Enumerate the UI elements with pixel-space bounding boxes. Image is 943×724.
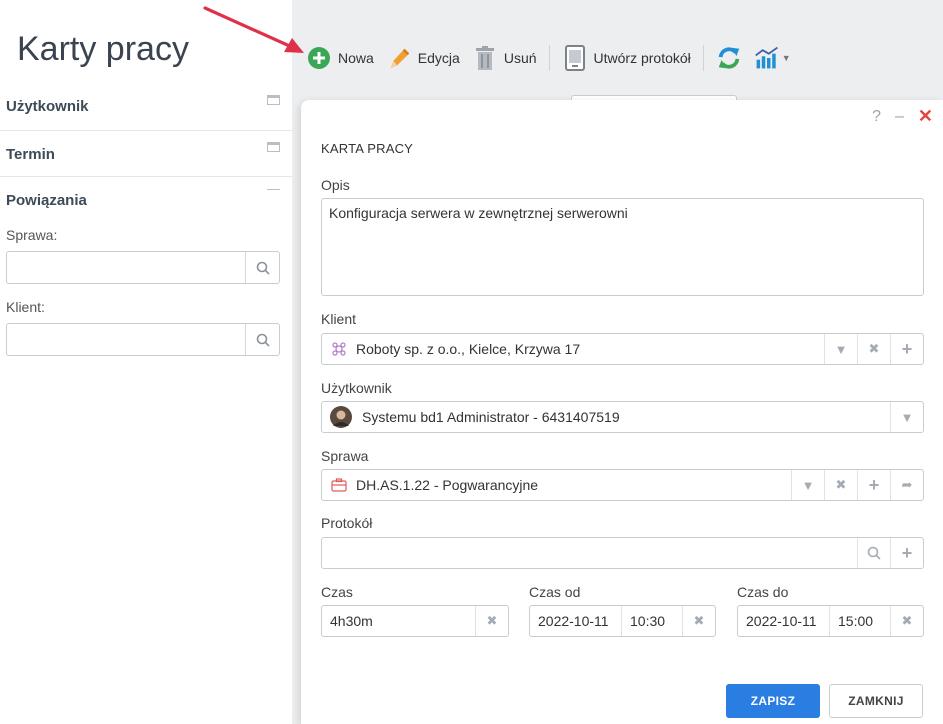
chevron-down-icon[interactable]: ▼ [890, 402, 923, 432]
section-label: Użytkownik [6, 98, 89, 115]
sprawa-label: Sprawa [321, 448, 369, 464]
uzytkownik-combo[interactable]: Systemu bd1 Administrator - 6431407519 ▼ [321, 401, 924, 433]
klient-combo[interactable]: Roboty sp. z o.o., Kielce, Krzywa 17 ▼ ✖… [321, 333, 924, 365]
plus-icon[interactable]: + [890, 538, 923, 568]
pencil-icon [386, 44, 412, 72]
plus-icon[interactable]: + [890, 334, 923, 364]
search-icon[interactable] [245, 252, 279, 283]
uzytkownik-label: Użytkownik [321, 380, 392, 396]
czas-od-field[interactable]: 2022-10-11 10:30 ✖ [529, 605, 716, 637]
dialog-title: KARTA PRACY [321, 141, 414, 156]
sprawa-value[interactable]: DH.AS.1.22 - Pogwarancyjne [322, 470, 791, 500]
new-button-label: Nowa [338, 50, 374, 66]
protokol-label: Protokół [321, 515, 373, 531]
klient-value[interactable]: Roboty sp. z o.o., Kielce, Krzywa 17 [322, 334, 824, 364]
opis-label: Opis [321, 177, 350, 193]
new-button[interactable]: Nowa [300, 40, 380, 76]
edit-button[interactable]: Edycja [380, 40, 466, 76]
sprawa-combo[interactable]: DH.AS.1.22 - Pogwarancyjne ▼ ✖ + ➦ [321, 469, 924, 501]
sprawa-text: DH.AS.1.22 - Pogwarancyjne [356, 477, 539, 493]
page-title: Karty pracy [17, 30, 189, 68]
resize-handle-icon[interactable]: ⋮⋮ [296, 407, 308, 425]
protokol-value[interactable] [322, 538, 857, 568]
minimize-icon[interactable]: – [895, 108, 904, 126]
expand-icon[interactable] [267, 95, 280, 105]
search-icon[interactable] [245, 324, 279, 355]
sidebar-section-uzytkownik[interactable]: Użytkownik [0, 84, 292, 131]
create-protocol-button[interactable]: Utwórz protokół [556, 40, 697, 76]
briefcase-icon [330, 476, 348, 494]
czas-do-date-input[interactable]: 2022-10-11 [738, 606, 830, 636]
czas-od-date-input[interactable]: 2022-10-11 [530, 606, 622, 636]
clear-icon[interactable]: ✖ [475, 606, 508, 636]
czas-field[interactable]: 4h30m ✖ [321, 605, 509, 637]
toolbar-divider [548, 45, 550, 71]
collapse-icon[interactable] [267, 189, 280, 190]
chart-icon [754, 44, 780, 72]
czas-do-field[interactable]: 2022-10-11 15:00 ✖ [737, 605, 924, 637]
dialog-controls: ? – ✕ [872, 106, 933, 127]
czas-do-time-input[interactable]: 15:00 [830, 606, 890, 636]
plus-icon[interactable]: + [857, 470, 890, 500]
klient-filter-label: Klient: [6, 299, 45, 315]
klient-filter-input[interactable] [6, 323, 280, 356]
trash-icon [472, 44, 498, 72]
czas-od-label: Czas od [529, 584, 581, 600]
section-label: Powiązania [6, 192, 87, 209]
section-label: Termin [6, 146, 55, 163]
save-button[interactable]: ZAPISZ [726, 684, 820, 718]
clear-icon[interactable]: ✖ [890, 606, 923, 636]
opis-textarea[interactable]: Konfiguracja serwera w zewnętrznej serwe… [321, 198, 924, 296]
uzytkownik-value[interactable]: Systemu bd1 Administrator - 6431407519 [322, 402, 890, 432]
czas-label: Czas [321, 584, 353, 600]
sidebar-section-termin[interactable]: Termin [0, 131, 292, 177]
uzytkownik-text: Systemu bd1 Administrator - 6431407519 [362, 409, 620, 425]
klient-label: Klient [321, 311, 357, 327]
arrow-right-icon[interactable]: ➦ [890, 470, 923, 500]
czas-input[interactable]: 4h30m [322, 606, 373, 636]
document-icon [562, 44, 588, 72]
chevron-down-icon: ▼ [781, 53, 791, 63]
annotation-arrow-icon [203, 6, 304, 53]
refresh-button[interactable] [710, 40, 748, 76]
czas-do-label: Czas do [737, 584, 789, 600]
sprawa-filter-label: Sprawa: [6, 227, 58, 243]
close-icon[interactable]: ✕ [918, 106, 933, 127]
search-icon[interactable] [857, 538, 890, 568]
czas-od-time-input[interactable]: 10:30 [622, 606, 682, 636]
left-panel: Karty pracy Użytkownik Termin Powiązania… [0, 0, 292, 724]
close-button[interactable]: ZAMKNIJ [829, 684, 923, 718]
protokol-combo[interactable]: + [321, 537, 924, 569]
clear-icon[interactable]: ✖ [857, 334, 890, 364]
sprawa-filter-input[interactable] [6, 251, 280, 284]
help-icon[interactable]: ? [872, 108, 881, 126]
client-icon [330, 340, 348, 358]
avatar [330, 406, 352, 428]
clear-icon[interactable]: ✖ [682, 606, 715, 636]
charts-dropdown-button[interactable]: ▼ [748, 40, 797, 76]
expand-icon[interactable] [267, 142, 280, 152]
clear-icon[interactable]: ✖ [824, 470, 857, 500]
plus-circle-icon [306, 44, 332, 72]
create-protocol-label: Utwórz protokół [593, 50, 691, 66]
work-card-dialog: ? – ✕ KARTA PRACY Opis Konfiguracja serw… [301, 100, 943, 724]
refresh-icon [716, 44, 742, 72]
delete-button[interactable]: Usuń [466, 40, 543, 76]
delete-button-label: Usuń [503, 50, 537, 66]
toolbar: Nowa Edycja Usuń Utwórz protokół ▼ [300, 38, 797, 78]
chevron-down-icon[interactable]: ▼ [791, 470, 824, 500]
klient-text: Roboty sp. z o.o., Kielce, Krzywa 17 [356, 341, 581, 357]
toolbar-divider [702, 45, 704, 71]
edit-button-label: Edycja [417, 50, 460, 66]
chevron-down-icon[interactable]: ▼ [824, 334, 857, 364]
